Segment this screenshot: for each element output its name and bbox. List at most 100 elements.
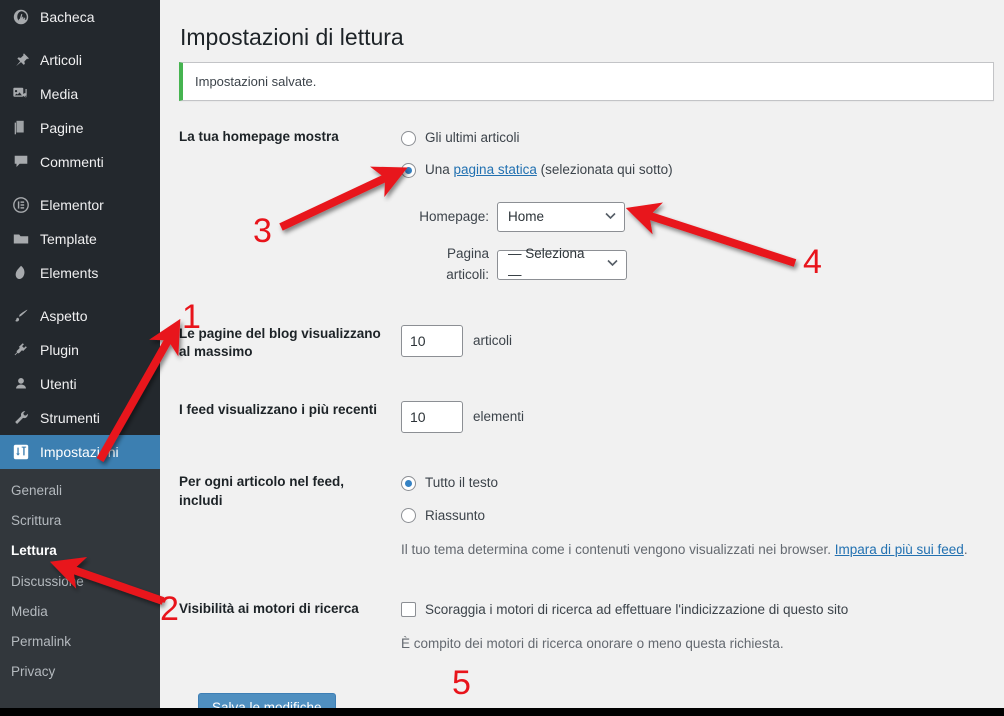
form-row-search-visibility: Visibilità ai motori di ricerca Scoraggi…: [179, 580, 1004, 675]
help-text-body: Il tuo tema determina come i contenuti v…: [401, 541, 835, 557]
blog-pages-input[interactable]: [401, 324, 463, 357]
row-label: Per ogni articolo nel feed, includi: [179, 474, 345, 508]
sidebar-item-pagine[interactable]: Pagine: [0, 111, 160, 145]
static-suffix: (selezionata qui sotto): [536, 162, 673, 178]
static-prefix: Una: [425, 162, 454, 178]
user-icon: [11, 374, 31, 394]
sidebar-item-media[interactable]: Media: [0, 77, 160, 111]
sidebar-item-bacheca[interactable]: Bacheca: [0, 0, 160, 34]
submenu-item-lettura[interactable]: Lettura: [0, 536, 160, 566]
radio-label: Riassunto: [425, 507, 486, 523]
sidebar-separator: [0, 290, 160, 299]
sidebar-item-utenti[interactable]: Utenti: [0, 367, 160, 401]
wrench-icon: [11, 408, 31, 428]
annotation-number-2: 2: [160, 590, 179, 628]
radio-option-static-page[interactable]: Una pagina statica (selezionata qui sott…: [401, 160, 994, 180]
feed-items-input[interactable]: [401, 401, 463, 434]
sidebar-item-elementor[interactable]: Elementor: [0, 188, 160, 222]
row-label: Le pagine del blog visualizzano al massi…: [179, 325, 381, 360]
row-field: articoli: [391, 305, 1004, 377]
sidebar-item-plugin[interactable]: Plugin: [0, 333, 160, 367]
homepage-select-row: Homepage: Home: [401, 202, 994, 233]
page-title: Impostazioni di lettura: [180, 24, 404, 50]
sidebar-item-label: Elements: [40, 265, 99, 281]
sidebar-item-elements[interactable]: Elements: [0, 256, 160, 290]
row-field: Tutto il testo Riassunto Il tuo tema det…: [391, 453, 1004, 580]
sidebar-item-template[interactable]: Template: [0, 222, 160, 256]
sidebar-item-label: Impostazioni: [40, 444, 119, 460]
radio-button[interactable]: [401, 130, 416, 146]
elementor-icon: [11, 195, 31, 215]
radio-label: Tutto il testo: [425, 475, 499, 491]
row-label: La tua homepage mostra: [179, 128, 339, 144]
save-button[interactable]: Salva le modifiche: [198, 692, 336, 708]
sidebar-item-label: Template: [40, 231, 97, 247]
settings-icon: [11, 442, 31, 462]
sidebar-item-strumenti[interactable]: Strumenti: [0, 401, 160, 435]
submenu-item-media[interactable]: Media: [0, 597, 160, 627]
annotation-number-5: 5: [452, 664, 471, 702]
annotation-number-3: 3: [253, 212, 272, 250]
sidebar-item-label: Plugin: [40, 342, 79, 358]
feed-content-help: Il tuo tema determina come i contenuti v…: [401, 540, 994, 560]
sidebar-separator: [0, 34, 160, 43]
row-label: I feed visualizzano i più recenti: [179, 402, 378, 418]
checkbox-discourage-search-engines[interactable]: Scoraggia i motori di ricerca ad effettu…: [401, 600, 994, 620]
sidebar-submenu-impostazioni: Generali Scrittura Lettura Discussione M…: [0, 469, 160, 696]
row-field: Scoraggia i motori di ricerca ad effettu…: [391, 580, 1004, 675]
radio-label: Gli ultimi articoli: [425, 129, 520, 145]
sidebar-item-label: Commenti: [40, 154, 104, 170]
form-row-blog-pages: Le pagine del blog visualizzano al massi…: [179, 305, 1004, 381]
posts-page-select-row: Pagina articoli: — Seleziona —: [401, 244, 994, 285]
radio-button[interactable]: [401, 162, 416, 178]
radio-option-excerpt[interactable]: Riassunto: [401, 506, 994, 526]
comment-icon: [11, 152, 31, 172]
settings-saved-notice: Impostazioni salvate.: [179, 61, 994, 101]
form-row-feed-items: I feed visualizzano i più recenti elemen…: [179, 381, 1004, 453]
submenu-item-permalink[interactable]: Permalink: [0, 627, 160, 657]
sidebar-item-articoli[interactable]: Articoli: [0, 43, 160, 77]
folder-icon: [11, 229, 31, 249]
homepage-select[interactable]: Home: [497, 202, 625, 233]
submenu-item-generali[interactable]: Generali: [0, 476, 160, 506]
sidebar-item-impostazioni[interactable]: Impostazioni: [0, 435, 160, 469]
pin-icon: [11, 50, 31, 70]
posts-page-select[interactable]: — Seleziona —: [497, 246, 627, 282]
feed-items-unit: elementi: [473, 409, 525, 425]
chevron-down-icon: [605, 212, 616, 223]
annotation-number-1: 1: [182, 298, 201, 336]
plug-icon: [11, 340, 31, 360]
pagina-statica-link[interactable]: pagina statica: [454, 162, 537, 177]
radio-option-latest-posts[interactable]: Gli ultimi articoli: [401, 128, 994, 148]
dashboard-icon: [11, 7, 31, 27]
form-row-feed-content: Per ogni articolo nel feed, includi Tutt…: [179, 453, 1004, 580]
submenu-item-privacy[interactable]: Privacy: [0, 657, 160, 687]
checkbox[interactable]: [401, 602, 416, 618]
sidebar-item-aspetto[interactable]: Aspetto: [0, 299, 160, 333]
sidebar-item-label: Articoli: [40, 52, 83, 68]
radio-button[interactable]: [401, 475, 416, 491]
radio-label: Una pagina statica (selezionata qui sott…: [425, 160, 673, 180]
blog-pages-unit: articoli: [473, 332, 513, 348]
row-field: elementi: [391, 381, 1004, 453]
chevron-down-icon: [607, 259, 618, 270]
radio-button[interactable]: [401, 508, 416, 524]
sidebar-menu-top: Bacheca Articoli Media Pagine Commenti E…: [0, 0, 160, 469]
homepage-select-label: Homepage:: [419, 209, 489, 225]
notice-text: Impostazioni salvate.: [195, 73, 317, 89]
sidebar-item-commenti[interactable]: Commenti: [0, 145, 160, 179]
sidebar-item-label: Pagine: [40, 120, 84, 136]
posts-page-select-label: Pagina articoli:: [446, 246, 489, 282]
leaf-icon: [11, 263, 31, 283]
search-visibility-help: È compito dei motori di ricerca onorare …: [401, 636, 784, 652]
submenu-item-scrittura[interactable]: Scrittura: [0, 506, 160, 536]
radio-option-full-text[interactable]: Tutto il testo: [401, 473, 994, 493]
reading-settings-form: La tua homepage mostra Gli ultimi artico…: [179, 101, 1004, 708]
sidebar-item-label: Bacheca: [40, 9, 95, 25]
submenu-item-discussione[interactable]: Discussione: [0, 567, 160, 597]
page-bottom-strip: [0, 708, 1004, 716]
learn-more-feeds-link[interactable]: Impara di più sui feed: [835, 542, 964, 557]
checkbox-label: Scoraggia i motori di ricerca ad effettu…: [425, 602, 849, 618]
sidebar-item-label: Aspetto: [40, 308, 88, 324]
annotation-number-4: 4: [803, 243, 822, 281]
